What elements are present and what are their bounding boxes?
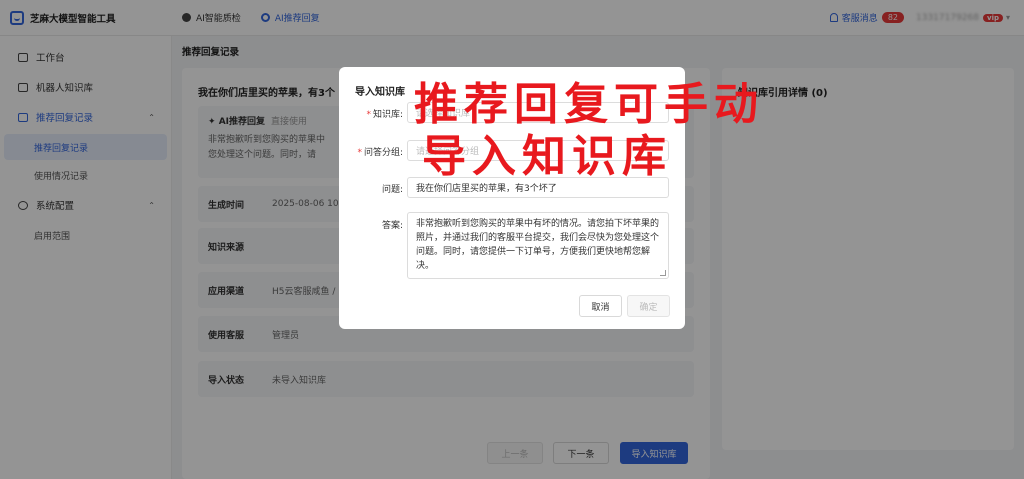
dialog-title: 导入知识库 — [355, 87, 405, 98]
answer-field-label: 答案: — [381, 221, 403, 231]
confirm-button[interactable]: 确定 — [627, 295, 670, 317]
kb-field-label: * 知识库: — [341, 107, 403, 120]
answer-text: 非常抱歉听到您购买的苹果中有坏的情况。请您拍下坏苹果的照片，并通过我们的客服平台… — [416, 219, 660, 271]
required-mark: * — [357, 148, 362, 158]
resize-handle[interactable] — [660, 270, 666, 276]
cancel-button[interactable]: 取消 — [579, 295, 622, 317]
required-mark: * — [366, 110, 371, 120]
answer-textarea[interactable]: 非常抱歉听到您购买的苹果中有坏的情况。请您拍下坏苹果的照片，并通过我们的客服平台… — [407, 212, 669, 279]
kb-label-text: 知识库: — [372, 110, 403, 120]
group-label-text: 问答分组: — [363, 148, 403, 158]
question-field-label: 问题: — [381, 185, 403, 195]
annotation-line-2: 导入知识库 — [422, 131, 672, 182]
group-field-label: * 问答分组: — [341, 145, 403, 158]
